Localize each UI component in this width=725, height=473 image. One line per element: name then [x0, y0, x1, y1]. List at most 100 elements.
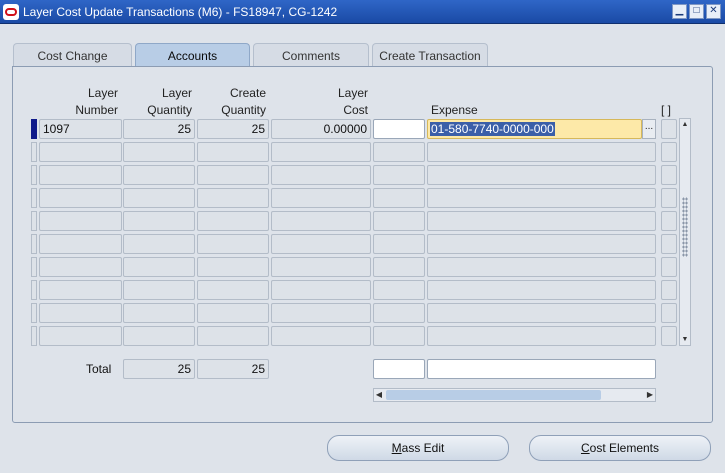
horizontal-scroll-thumb[interactable]: [386, 390, 601, 400]
row-indicator[interactable]: [31, 188, 37, 208]
create-quantity-cell[interactable]: [197, 326, 269, 346]
blank-cell[interactable]: [373, 165, 425, 185]
layer-cost-cell[interactable]: [271, 234, 371, 254]
layer-quantity-cell[interactable]: [123, 280, 195, 300]
flex-cell[interactable]: [661, 188, 677, 208]
layer-number-cell[interactable]: [39, 326, 122, 346]
row-indicator[interactable]: [31, 165, 37, 185]
layer-number-cell[interactable]: [39, 257, 122, 277]
flex-cell[interactable]: [661, 165, 677, 185]
expense-account-field[interactable]: 01-580-7740-0000-000: [427, 119, 642, 139]
close-button[interactable]: ✕: [706, 4, 721, 19]
expense-cell[interactable]: [427, 303, 656, 323]
create-quantity-cell[interactable]: [197, 303, 269, 323]
layer-quantity-cell[interactable]: [123, 257, 195, 277]
layer-quantity-cell[interactable]: [123, 303, 195, 323]
blank-cell[interactable]: [373, 119, 425, 139]
create-quantity-cell[interactable]: [197, 165, 269, 185]
layer-number-cell[interactable]: [39, 303, 122, 323]
layer-cost-cell[interactable]: [271, 280, 371, 300]
flex-cell[interactable]: [661, 257, 677, 277]
horizontal-scrollbar[interactable]: ◀ ▶: [373, 388, 656, 402]
layer-cost-cell[interactable]: [271, 303, 371, 323]
minimize-button[interactable]: ▁: [672, 4, 687, 19]
create-quantity-cell[interactable]: [197, 188, 269, 208]
layer-number-cell[interactable]: [39, 234, 122, 254]
scroll-down-icon[interactable]: ▼: [681, 336, 689, 343]
tab-create-transaction[interactable]: Create Transaction: [372, 43, 488, 67]
expense-cell[interactable]: [427, 326, 656, 346]
layer-cost-cell[interactable]: [271, 211, 371, 231]
layer-quantity-cell[interactable]: [123, 142, 195, 162]
scroll-up-icon[interactable]: ▲: [681, 121, 689, 128]
layer-quantity-cell[interactable]: [123, 211, 195, 231]
scroll-left-icon[interactable]: ◀: [374, 389, 384, 401]
expense-cell[interactable]: [427, 165, 656, 185]
blank-cell[interactable]: [373, 280, 425, 300]
row-indicator-current[interactable]: [31, 119, 37, 139]
layer-number-cell[interactable]: [39, 211, 122, 231]
blank-cell[interactable]: [373, 211, 425, 231]
blank-cell[interactable]: [373, 326, 425, 346]
blank-cell[interactable]: [373, 257, 425, 277]
layer-cost-cell[interactable]: 0.00000: [271, 119, 371, 139]
blank-cell[interactable]: [373, 234, 425, 254]
mass-edit-button[interactable]: Mass Edit: [327, 435, 509, 461]
create-quantity-cell[interactable]: [197, 142, 269, 162]
layer-number-cell[interactable]: [39, 142, 122, 162]
blank-cell[interactable]: [373, 188, 425, 208]
layer-number-cell[interactable]: 1097: [39, 119, 122, 139]
flex-cell[interactable]: [661, 326, 677, 346]
scroll-right-icon[interactable]: ▶: [645, 389, 655, 401]
maximize-button[interactable]: □: [689, 4, 704, 19]
flex-cell[interactable]: [661, 303, 677, 323]
row-indicator[interactable]: [31, 211, 37, 231]
vertical-scrollbar[interactable]: ▲ ▼: [679, 118, 691, 346]
flex-cell[interactable]: [661, 234, 677, 254]
create-quantity-cell[interactable]: [197, 257, 269, 277]
layer-quantity-cell[interactable]: [123, 188, 195, 208]
flex-cell[interactable]: [661, 280, 677, 300]
row-indicator[interactable]: [31, 142, 37, 162]
expense-cell[interactable]: [427, 234, 656, 254]
expense-cell[interactable]: [427, 257, 656, 277]
tab-accounts[interactable]: Accounts: [135, 43, 250, 67]
tab-comments[interactable]: Comments: [253, 43, 369, 67]
create-quantity-cell[interactable]: [197, 211, 269, 231]
row-indicator[interactable]: [31, 326, 37, 346]
row-indicator[interactable]: [31, 303, 37, 323]
layer-quantity-cell[interactable]: [123, 165, 195, 185]
blank-cell[interactable]: [373, 303, 425, 323]
layer-number-cell[interactable]: [39, 280, 122, 300]
tab-cost-change[interactable]: Cost Change: [13, 43, 132, 67]
cost-elements-button[interactable]: Cost Elements: [529, 435, 711, 461]
layer-quantity-cell[interactable]: [123, 326, 195, 346]
summary-field-1[interactable]: [373, 359, 425, 379]
expense-cell[interactable]: [427, 280, 656, 300]
flex-cell[interactable]: [661, 142, 677, 162]
expense-cell[interactable]: [427, 188, 656, 208]
scroll-grip-icon[interactable]: [682, 197, 688, 257]
create-quantity-cell[interactable]: [197, 234, 269, 254]
layer-cost-cell[interactable]: [271, 142, 371, 162]
layer-quantity-cell[interactable]: [123, 234, 195, 254]
expense-cell[interactable]: [427, 142, 656, 162]
layer-cost-cell[interactable]: [271, 188, 371, 208]
layer-cost-cell[interactable]: [271, 165, 371, 185]
layer-cost-cell[interactable]: [271, 257, 371, 277]
row-indicator[interactable]: [31, 257, 37, 277]
layer-quantity-cell[interactable]: 25: [123, 119, 195, 139]
row-indicator[interactable]: [31, 234, 37, 254]
row-indicator[interactable]: [31, 280, 37, 300]
layer-number-cell[interactable]: [39, 165, 122, 185]
flex-cell[interactable]: [661, 119, 677, 139]
expense-cell[interactable]: [427, 211, 656, 231]
layer-cost-cell[interactable]: [271, 326, 371, 346]
summary-field-2[interactable]: [427, 359, 656, 379]
create-quantity-cell[interactable]: [197, 280, 269, 300]
layer-number-cell[interactable]: [39, 188, 122, 208]
blank-cell[interactable]: [373, 142, 425, 162]
flex-cell[interactable]: [661, 211, 677, 231]
lov-button[interactable]: ...: [642, 119, 656, 139]
create-quantity-cell[interactable]: 25: [197, 119, 269, 139]
